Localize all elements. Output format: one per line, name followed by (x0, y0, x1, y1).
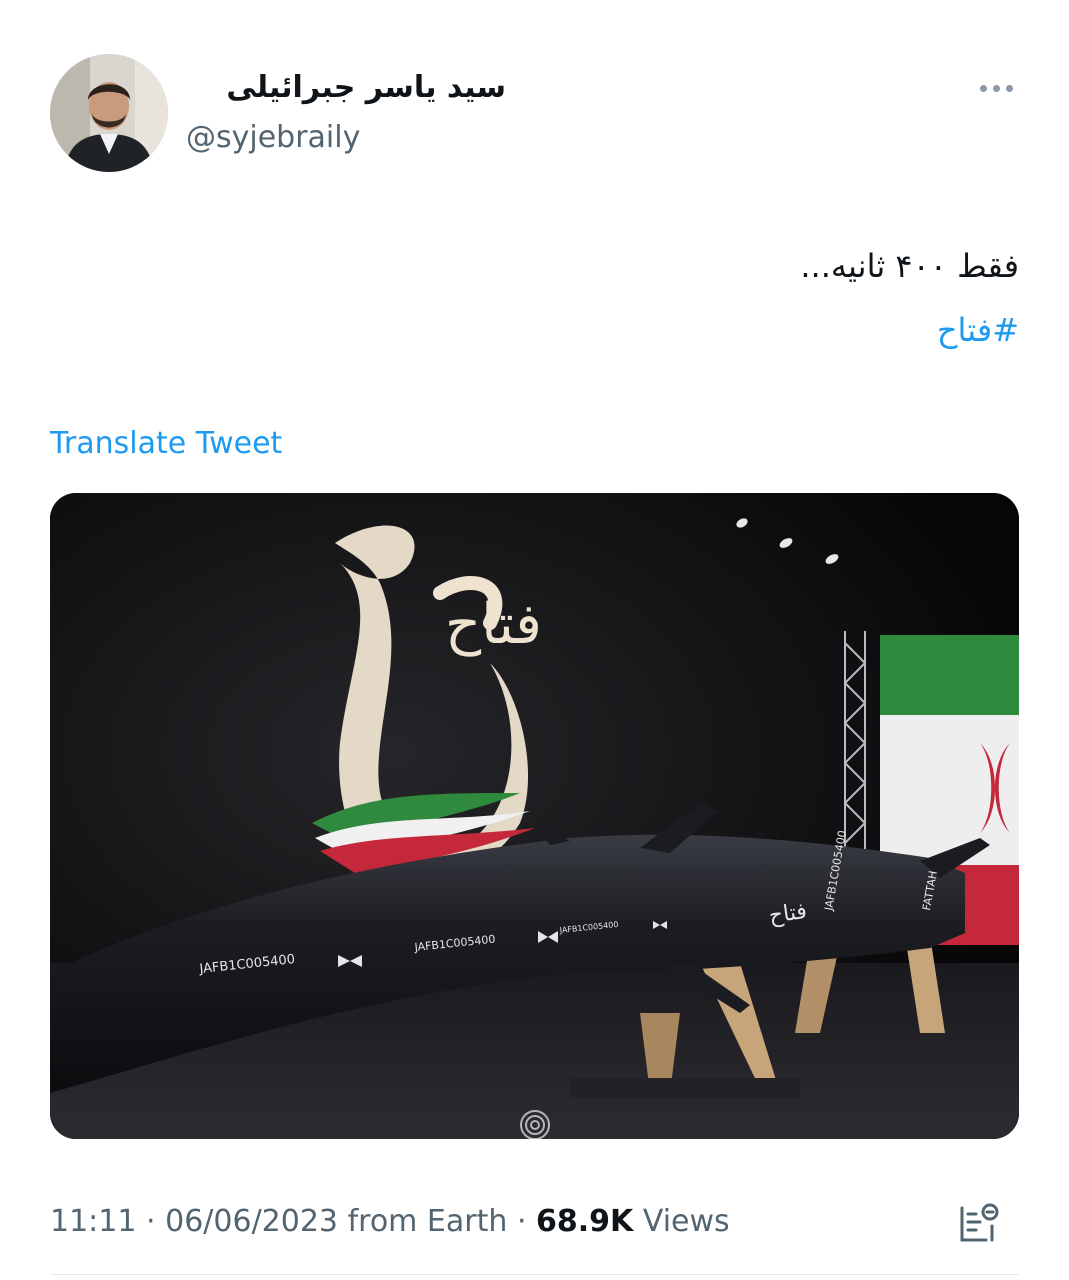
author-display-name[interactable]: سید یاسر جبرائیلی (186, 66, 506, 110)
views-count: 68.9K (536, 1204, 634, 1239)
dot (992, 84, 1000, 92)
analytics-icon[interactable] (952, 1198, 1002, 1248)
tweet-source: from Earth (347, 1204, 508, 1239)
author-handle[interactable]: @syjebraily (186, 118, 360, 158)
tweet-meta: 11:11 · 06/06/2023 from Earth · 68.9K Vi… (50, 1200, 730, 1244)
more-horizontal-icon[interactable] (972, 72, 1020, 104)
meta-separator: · (146, 1204, 156, 1239)
tweet-date[interactable]: 06/06/2023 (165, 1204, 338, 1239)
dot (1005, 84, 1013, 92)
meta-separator: · (516, 1204, 527, 1239)
divider (50, 1274, 1019, 1275)
hashtag-link[interactable]: #فتاح (937, 310, 1019, 350)
missile-name: فتاح (767, 899, 808, 929)
dot (979, 84, 987, 92)
tweet-text: فقط ۴۰۰ ثانیه... (800, 247, 1019, 285)
tweet-time[interactable]: 11:11 (50, 1204, 136, 1239)
translate-tweet-link[interactable]: Translate Tweet (50, 424, 282, 464)
views-label: Views (642, 1204, 730, 1239)
tweet-media-image[interactable]: فتاح JAFB1C005400 JAFB1C005400 JAFB1C005… (50, 493, 1019, 1139)
avatar[interactable] (50, 54, 168, 172)
missile-photo: فتاح JAFB1C005400 JAFB1C005400 JAFB1C005… (50, 493, 1019, 1139)
profile-photo (50, 54, 168, 172)
logo-text: فتاح (445, 592, 542, 657)
